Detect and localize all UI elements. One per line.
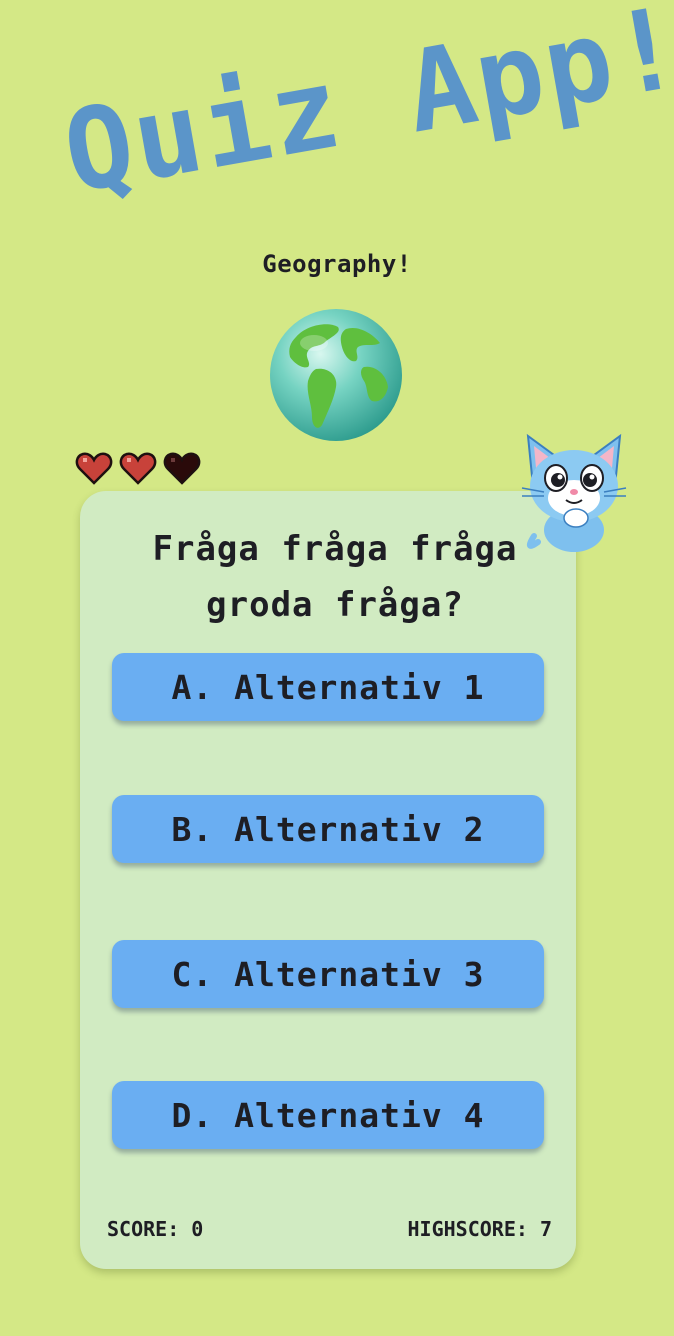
heart-empty-icon xyxy=(163,452,201,485)
category-label: Geography! xyxy=(262,250,412,278)
highscore-label: HIGHSCORE: 7 xyxy=(407,1217,553,1241)
lives-indicator xyxy=(75,449,201,487)
question-text: Fråga fråga fråga groda fråga? xyxy=(152,529,518,625)
score-label: SCORE: 0 xyxy=(107,1217,204,1241)
app-title: Quiz App! xyxy=(54,0,674,219)
question-card: Fråga fråga fråga groda fråga? A. Altern… xyxy=(80,491,576,1269)
answer-c-button[interactable]: C. Alternativ 3 xyxy=(112,940,544,1008)
cat-mascot-icon xyxy=(521,433,627,552)
answer-d-button[interactable]: D. Alternativ 4 xyxy=(112,1081,544,1149)
globe-icon xyxy=(270,309,402,441)
answer-a-button[interactable]: A. Alternativ 1 xyxy=(112,653,544,721)
heart-icon xyxy=(119,452,157,485)
heart-icon xyxy=(75,452,113,485)
answer-b-button[interactable]: B. Alternativ 2 xyxy=(112,795,544,863)
